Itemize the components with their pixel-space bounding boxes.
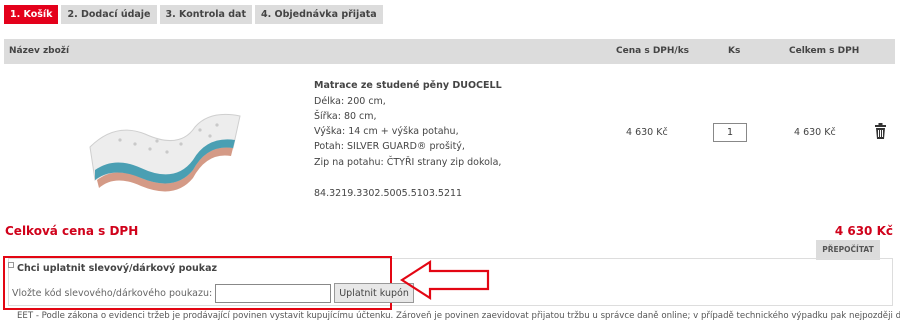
product-width: Šířka: 80 cm, [314, 111, 377, 122]
header-unit-price: Cena s DPH/ks [616, 46, 690, 56]
cart-table-header: Název zboží Cena s DPH/ks Ks Celkem s DP… [4, 39, 895, 64]
step-confirmed[interactable]: 4. Objednávka přijata [255, 5, 383, 24]
coupon-form: Vložte kód slevového/dárkového poukazu: … [12, 283, 414, 303]
header-product-name: Název zboží [9, 46, 70, 56]
header-total: Celkem s DPH [789, 46, 860, 56]
header-quantity: Ks [728, 46, 741, 56]
cart-total-label: Celková cena s DPH [5, 224, 139, 238]
quantity-input[interactable] [713, 123, 747, 142]
eet-notice: EET - Podle zákona o evidenci tržeb je p… [17, 311, 900, 321]
product-code: 84.3219.3302.5005.5103.5211 [314, 188, 463, 199]
step-cart[interactable]: 1. Košík [4, 5, 59, 24]
cart-total-value: 4 630 Kč [834, 224, 893, 238]
step-delivery[interactable]: 2. Dodací údaje [61, 5, 157, 24]
trash-icon[interactable] [874, 123, 887, 139]
collapse-icon[interactable] [8, 262, 14, 268]
arrow-icon [400, 259, 490, 301]
coupon-toggle[interactable]: Chci uplatnit slevový/dárkový poukaz [17, 263, 217, 274]
step-review[interactable]: 3. Kontrola dat [159, 5, 253, 24]
mattress-image[interactable] [75, 92, 250, 202]
line-total: 4 630 Kč [794, 127, 836, 138]
coupon-input-label: Vložte kód slevového/dárkového poukazu: [12, 287, 213, 299]
coupon-code-input[interactable] [215, 283, 332, 303]
checkout-steps: 1. Košík 2. Dodací údaje 3. Kontrola dat… [4, 5, 383, 24]
product-cover: Potah: SILVER GUARD® prošitý, [314, 141, 465, 152]
product-length: Délka: 200 cm, [314, 96, 386, 107]
product-title[interactable]: Matrace ze studené pěny DUOCELL [314, 80, 502, 91]
unit-price: 4 630 Kč [626, 127, 668, 138]
recalculate-button[interactable]: PŘEPOČÍTAT [816, 240, 880, 260]
product-height: Výška: 14 cm + výška potahu, [314, 126, 459, 137]
product-zip: Zip na potahu: ČTYŘI strany zip dokola, [314, 157, 502, 168]
